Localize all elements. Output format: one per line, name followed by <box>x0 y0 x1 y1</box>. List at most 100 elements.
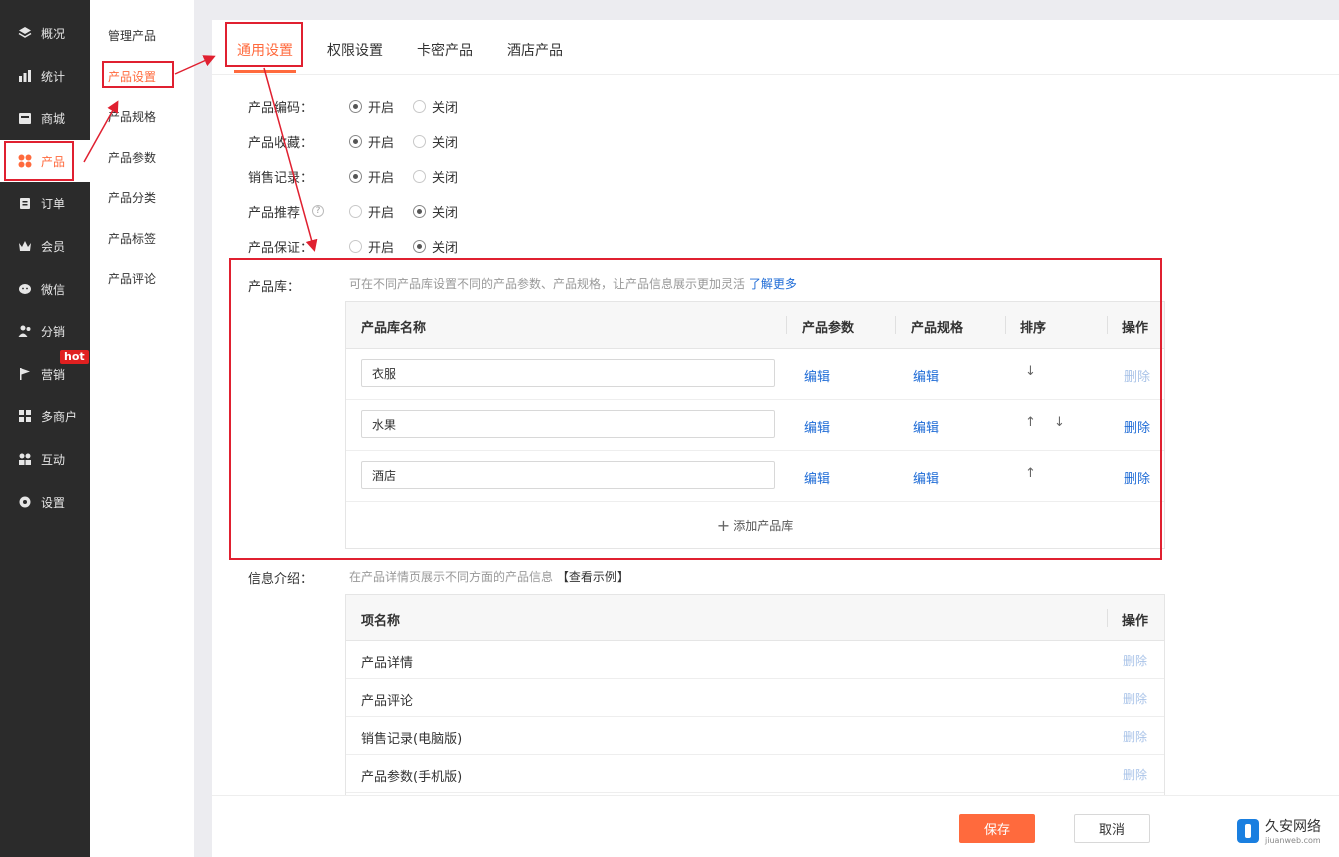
radio-label: 关闭 <box>432 241 459 256</box>
sidebar-item-label: 会员 <box>41 239 66 254</box>
help-icon[interactable]: ? <box>312 205 324 217</box>
save-button[interactable]: 保存 <box>959 814 1035 843</box>
column-divider <box>895 316 896 334</box>
guarantee-on-radio[interactable]: 开启 <box>349 237 394 256</box>
plus-icon: + <box>716 515 731 535</box>
edit-specs-link[interactable]: 编辑 <box>913 468 939 487</box>
code-on-radio[interactable]: 开启 <box>349 97 394 116</box>
table-row: 销售记录(电脑版) 删除 <box>346 717 1164 755</box>
edit-params-link[interactable]: 编辑 <box>804 417 830 436</box>
favorite-on-radio[interactable]: 开启 <box>349 132 394 151</box>
library-hint: 可在不同产品库设置不同的产品参数、产品规格，让产品信息展示更加灵活 了解更多 <box>349 275 797 292</box>
sidebar-item-product[interactable]: 产品 <box>0 140 90 182</box>
sales-record-off-radio[interactable]: 关闭 <box>413 167 458 186</box>
delete-link[interactable]: 删除 <box>1123 652 1147 669</box>
learn-more-link[interactable]: 了解更多 <box>749 277 797 291</box>
sidebar-item-label: 营销 <box>41 367 66 382</box>
tab-card-products[interactable]: 卡密产品 <box>417 40 473 60</box>
tab-hotel-products[interactable]: 酒店产品 <box>507 40 563 60</box>
subnav-product-params[interactable]: 产品参数 <box>108 149 156 166</box>
setting-label-recommend: 产品推荐 <box>248 206 301 221</box>
delete-link[interactable]: 删除 <box>1124 366 1150 385</box>
tab-permissions[interactable]: 权限设置 <box>327 40 383 60</box>
cancel-button[interactable]: 取消 <box>1074 814 1150 843</box>
setting-label-favorite: 产品收藏： <box>248 136 314 151</box>
subnav-product-categories[interactable]: 产品分类 <box>108 189 156 206</box>
subnav-manage-products[interactable]: 管理产品 <box>108 27 156 44</box>
chart-icon <box>17 68 33 84</box>
col-params: 产品参数 <box>802 321 855 336</box>
move-up-icon[interactable]: ↑ <box>1025 466 1036 481</box>
edit-params-link[interactable]: 编辑 <box>804 468 830 487</box>
subnav-product-specs[interactable]: 产品规格 <box>108 108 156 125</box>
delete-link[interactable]: 删除 <box>1124 468 1150 487</box>
sidebar-item-label: 商城 <box>41 111 66 126</box>
radio-dot <box>413 240 426 253</box>
watermark-title: 久安网络 <box>1265 819 1321 835</box>
subnav-product-reviews[interactable]: 产品评论 <box>108 270 156 287</box>
library-name-input[interactable] <box>361 410 775 438</box>
info-hint: 在产品详情页展示不同方面的产品信息 【查看示例】 <box>349 568 629 585</box>
delete-link[interactable]: 删除 <box>1123 766 1147 783</box>
main-sidebar: 概况 统计 商城 产品 订单 会员 微信 分销 营销 多商户 互动 设置 hot <box>0 0 90 857</box>
move-down-icon[interactable]: ↓ <box>1025 364 1036 379</box>
sidebar-item-label: 产品 <box>41 154 66 169</box>
radio-dot <box>349 205 362 218</box>
info-table-header: 项名称 操作 <box>346 595 1164 641</box>
move-up-icon[interactable]: ↑ <box>1025 415 1036 430</box>
sidebar-item-label: 分销 <box>41 324 66 339</box>
delete-link[interactable]: 删除 <box>1124 417 1150 436</box>
sales-record-on-radio[interactable]: 开启 <box>349 167 394 186</box>
sidebar-item-wechat[interactable]: 微信 <box>0 268 90 310</box>
view-example-link[interactable]: 【查看示例】 <box>557 570 629 584</box>
layers-icon <box>17 25 33 41</box>
favorite-off-radio[interactable]: 关闭 <box>413 132 458 151</box>
edit-params-link[interactable]: 编辑 <box>804 366 830 385</box>
add-library-button[interactable]: + 添加产品库 <box>346 502 1164 548</box>
subnav-product-settings[interactable]: 产品设置 <box>108 68 156 85</box>
delete-link[interactable]: 删除 <box>1123 690 1147 707</box>
sidebar-item-orders[interactable]: 订单 <box>0 182 90 224</box>
move-down-icon[interactable]: ↓ <box>1054 415 1065 430</box>
sidebar-item-members[interactable]: 会员 <box>0 225 90 267</box>
guarantee-off-radio[interactable]: 关闭 <box>413 237 458 256</box>
radio-label: 关闭 <box>432 136 459 151</box>
radio-dot <box>413 170 426 183</box>
col-action: 操作 <box>1122 321 1149 336</box>
column-divider <box>1005 316 1006 334</box>
sidebar-item-settings[interactable]: 设置 <box>0 481 90 523</box>
library-name-input[interactable] <box>361 461 775 489</box>
radio-label: 开启 <box>368 206 395 221</box>
sidebar-item-interaction[interactable]: 互动 <box>0 438 90 480</box>
library-label: 产品库： <box>248 280 301 295</box>
radio-dot <box>349 135 362 148</box>
col-library-name: 产品库名称 <box>361 321 427 336</box>
recommend-on-radio[interactable]: 开启 <box>349 202 394 221</box>
info-item-name: 产品评论 <box>361 694 414 709</box>
grid-icon <box>17 153 33 169</box>
radio-dot <box>349 170 362 183</box>
code-off-radio[interactable]: 关闭 <box>413 97 458 116</box>
recommend-off-radio[interactable]: 关闭 <box>413 202 458 221</box>
tab-general[interactable]: 通用设置 <box>237 40 293 60</box>
radio-dot <box>413 135 426 148</box>
info-item-name: 产品详情 <box>361 656 414 671</box>
sidebar-item-label: 概况 <box>41 26 66 41</box>
edit-specs-link[interactable]: 编辑 <box>913 417 939 436</box>
radio-dot <box>413 205 426 218</box>
subnav-product-tags[interactable]: 产品标签 <box>108 230 156 247</box>
delete-link[interactable]: 删除 <box>1123 728 1147 745</box>
sidebar-item-overview[interactable]: 概况 <box>0 12 90 54</box>
setting-label-sales-record: 销售记录： <box>248 171 314 186</box>
sidebar-item-distribution[interactable]: 分销 <box>0 310 90 352</box>
sidebar-item-mall[interactable]: 商城 <box>0 97 90 139</box>
sidebar-item-stats[interactable]: 统计 <box>0 55 90 97</box>
main-panel: 通用设置 权限设置 卡密产品 酒店产品 产品编码： 开启 关闭 产品收藏： 开启… <box>212 20 1339 857</box>
shop-icon <box>17 110 33 126</box>
store-icon <box>17 408 33 424</box>
info-label: 信息介绍： <box>248 572 314 587</box>
add-library-label: 添加产品库 <box>733 518 794 533</box>
edit-specs-link[interactable]: 编辑 <box>913 366 939 385</box>
sidebar-item-multi-merchant[interactable]: 多商户 <box>0 395 90 437</box>
library-name-input[interactable] <box>361 359 775 387</box>
